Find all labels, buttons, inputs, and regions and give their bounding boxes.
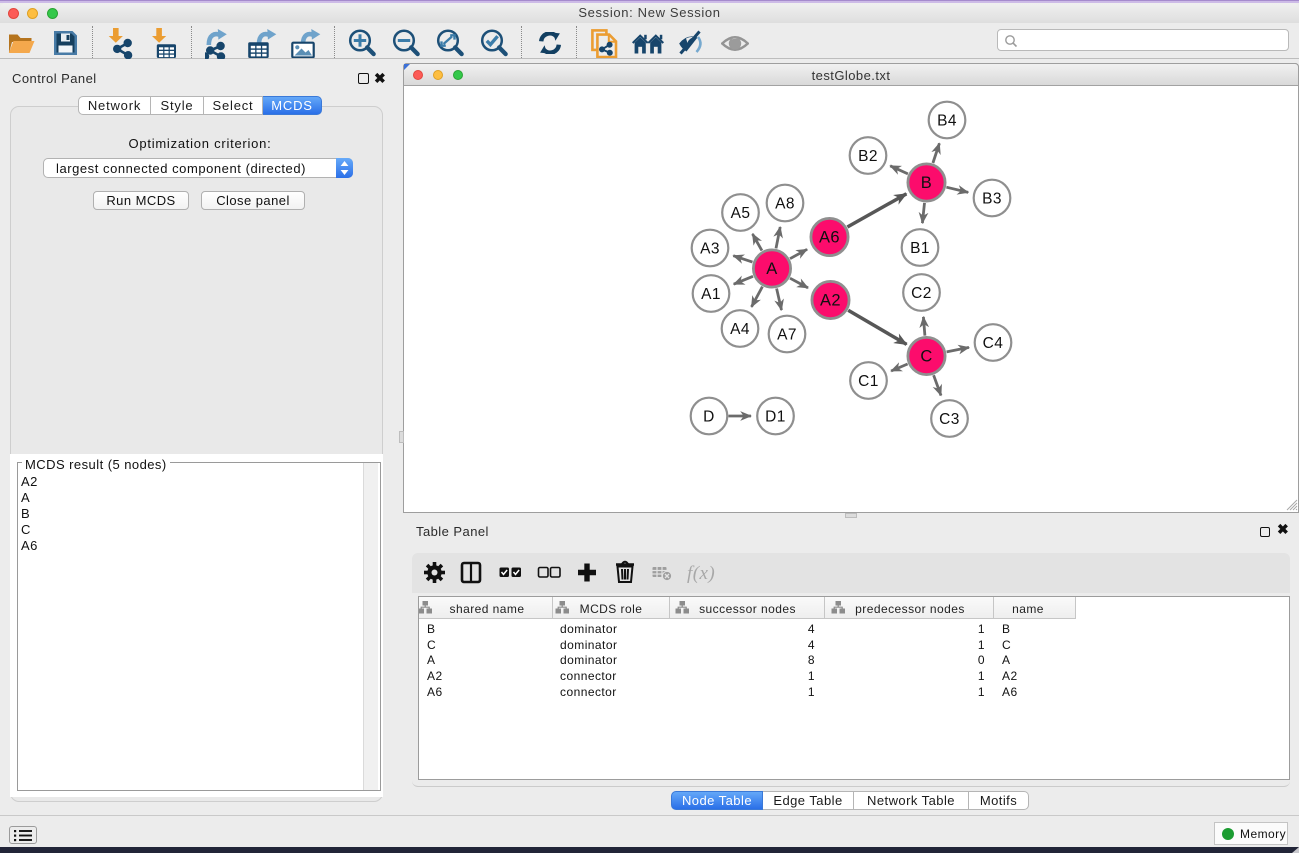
svg-text:A2: A2 — [820, 292, 841, 310]
svg-text:f(x): f(x) — [687, 563, 715, 584]
svg-text:A8: A8 — [775, 196, 795, 213]
svg-text:A: A — [766, 260, 777, 278]
svg-text:B4: B4 — [937, 113, 957, 130]
svg-text:A4: A4 — [730, 321, 750, 338]
svg-text:C1: C1 — [858, 373, 879, 390]
svg-text:A5: A5 — [731, 205, 751, 222]
svg-text:C: C — [920, 348, 932, 366]
svg-text:B1: B1 — [910, 240, 930, 257]
svg-text:A1: A1 — [701, 286, 721, 303]
svg-text:D1: D1 — [765, 409, 786, 426]
svg-text:A7: A7 — [777, 327, 797, 344]
svg-text:B3: B3 — [982, 191, 1002, 208]
svg-text:D: D — [703, 409, 715, 426]
svg-text:C3: C3 — [939, 411, 960, 428]
svg-text:C2: C2 — [911, 285, 932, 302]
svg-text:C4: C4 — [983, 335, 1004, 352]
svg-text:A3: A3 — [700, 241, 720, 258]
svg-text:B: B — [921, 174, 932, 192]
svg-text:A6: A6 — [819, 229, 840, 247]
svg-text:B2: B2 — [858, 148, 878, 165]
